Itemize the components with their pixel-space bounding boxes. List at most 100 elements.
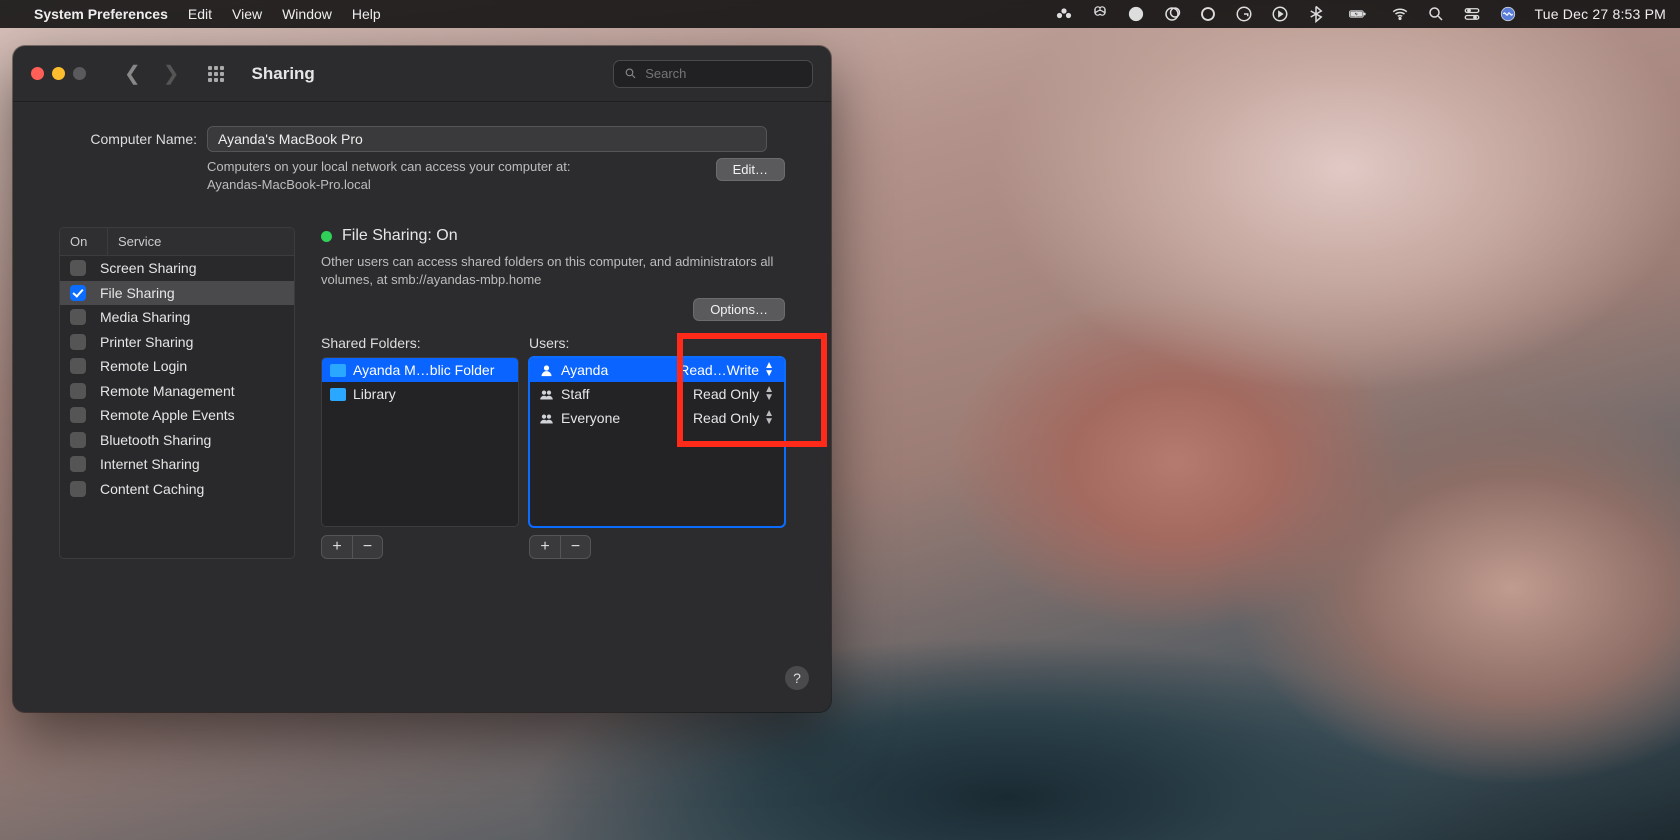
forward-button[interactable]: ❯ bbox=[163, 61, 180, 86]
service-checkbox[interactable] bbox=[70, 407, 86, 423]
service-checkbox[interactable] bbox=[70, 456, 86, 472]
permission-dropdown[interactable]: Read Only▲▼ bbox=[693, 410, 776, 426]
options-button[interactable]: Options… bbox=[693, 298, 785, 321]
service-row-remote-login[interactable]: Remote Login bbox=[60, 354, 294, 379]
window-title: Sharing bbox=[252, 64, 315, 84]
folder-icon bbox=[330, 388, 346, 401]
service-checkbox[interactable] bbox=[70, 309, 86, 325]
status-icon-1[interactable] bbox=[1055, 5, 1073, 23]
permission-dropdown[interactable]: Read…Write ▲▼ bbox=[679, 362, 776, 378]
service-name: Bluetooth Sharing bbox=[100, 432, 211, 448]
close-button[interactable] bbox=[31, 67, 44, 80]
search-field[interactable] bbox=[613, 60, 813, 88]
folder-name: Ayanda M…blic Folder bbox=[353, 362, 494, 378]
service-name: Remote Login bbox=[100, 358, 187, 374]
permission-value: Read Only bbox=[693, 386, 759, 402]
search-input[interactable] bbox=[645, 66, 802, 81]
user-icon bbox=[538, 362, 554, 378]
siri-icon[interactable] bbox=[1499, 5, 1517, 23]
shared-folders-list[interactable]: Ayanda M…blic Folder Library bbox=[321, 357, 519, 527]
folder-row[interactable]: Ayanda M…blic Folder bbox=[322, 358, 518, 382]
folder-row[interactable]: Library bbox=[322, 382, 518, 406]
window-titlebar: ❮ ❯ Sharing bbox=[13, 46, 831, 102]
service-row-internet-sharing[interactable]: Internet Sharing bbox=[60, 452, 294, 477]
user-row[interactable]: Staff Read Only ▲▼ bbox=[530, 382, 784, 406]
menubar-item-view[interactable]: View bbox=[232, 6, 262, 22]
permission-dropdown[interactable]: Read Only ▲▼ bbox=[693, 386, 776, 402]
menubar-item-window[interactable]: Window bbox=[282, 6, 332, 22]
status-icon-g[interactable] bbox=[1235, 5, 1253, 23]
folder-name: Library bbox=[353, 386, 396, 402]
service-row-remote-apple-events[interactable]: Remote Apple Events bbox=[60, 403, 294, 428]
status-title: File Sharing: On bbox=[342, 227, 458, 245]
service-name: Internet Sharing bbox=[100, 456, 200, 472]
menubar: System Preferences Edit View Window Help… bbox=[0, 0, 1680, 28]
menubar-item-help[interactable]: Help bbox=[352, 6, 381, 22]
user-name: Staff bbox=[561, 386, 590, 402]
permission-value: Read Only bbox=[693, 410, 759, 426]
users-list[interactable]: AyandaRead…Write▲▼StaffRead Only▲▼Everyo… bbox=[529, 357, 785, 527]
computer-name-input[interactable] bbox=[207, 126, 767, 152]
battery-icon[interactable] bbox=[1343, 5, 1373, 23]
service-checkbox[interactable] bbox=[70, 285, 86, 301]
preferences-window: ❮ ❯ Sharing Computer Name: Computers on … bbox=[13, 46, 831, 712]
group-icon bbox=[538, 386, 554, 402]
edit-button[interactable]: Edit… bbox=[716, 158, 785, 181]
traffic-lights bbox=[31, 67, 86, 80]
status-lamp-icon bbox=[321, 231, 332, 242]
remove-folder-button[interactable]: − bbox=[352, 536, 382, 558]
status-icon-cc[interactable] bbox=[1163, 5, 1181, 23]
service-checkbox[interactable] bbox=[70, 334, 86, 350]
service-checkbox[interactable] bbox=[70, 358, 86, 374]
service-name: Media Sharing bbox=[100, 309, 190, 325]
chevron-updown-icon: ▲▼ bbox=[764, 386, 774, 402]
status-description: Other users can access shared folders on… bbox=[321, 253, 785, 288]
status-icon-circle-2[interactable] bbox=[1199, 5, 1217, 23]
menubar-app-name[interactable]: System Preferences bbox=[34, 6, 168, 22]
folder-icon bbox=[330, 364, 346, 377]
service-name: Remote Apple Events bbox=[100, 407, 235, 423]
service-checkbox[interactable] bbox=[70, 383, 86, 399]
service-name: Screen Sharing bbox=[100, 260, 197, 276]
zoom-button[interactable] bbox=[73, 67, 86, 80]
search-icon bbox=[624, 66, 637, 81]
chevron-updown-icon: ▲▼ bbox=[764, 362, 774, 378]
service-checkbox[interactable] bbox=[70, 260, 86, 276]
service-row-file-sharing[interactable]: File Sharing bbox=[60, 281, 294, 306]
back-button[interactable]: ❮ bbox=[124, 61, 141, 86]
service-row-media-sharing[interactable]: Media Sharing bbox=[60, 305, 294, 330]
service-row-bluetooth-sharing[interactable]: Bluetooth Sharing bbox=[60, 428, 294, 453]
user-row[interactable]: Everyone Read Only▲▼ bbox=[530, 406, 784, 430]
service-row-content-caching[interactable]: Content Caching bbox=[60, 477, 294, 502]
status-icon-play[interactable] bbox=[1271, 5, 1289, 23]
service-row-printer-sharing[interactable]: Printer Sharing bbox=[60, 330, 294, 355]
user-row[interactable]: Ayanda Read…Write ▲▼ bbox=[530, 358, 784, 382]
control-center-icon[interactable] bbox=[1463, 5, 1481, 23]
service-name: File Sharing bbox=[100, 285, 175, 301]
status-icon-butterfly[interactable] bbox=[1091, 5, 1109, 23]
remove-user-button[interactable]: − bbox=[560, 536, 590, 558]
menubar-clock[interactable]: Tue Dec 27 8:53 PM bbox=[1535, 6, 1666, 22]
service-row-screen-sharing[interactable]: Screen Sharing bbox=[60, 256, 294, 281]
user-name: Everyone bbox=[561, 410, 620, 426]
show-all-icon[interactable] bbox=[208, 66, 224, 82]
add-folder-button[interactable]: + bbox=[322, 536, 352, 558]
bluetooth-icon[interactable] bbox=[1307, 5, 1325, 23]
minimize-button[interactable] bbox=[52, 67, 65, 80]
services-table: On Service Screen SharingFile SharingMed… bbox=[59, 227, 295, 559]
service-row-remote-management[interactable]: Remote Management bbox=[60, 379, 294, 404]
help-button[interactable]: ? bbox=[785, 666, 809, 690]
permission-value: Read…Write bbox=[679, 362, 759, 378]
user-name: Ayanda bbox=[561, 362, 608, 378]
services-col-on: On bbox=[60, 228, 108, 255]
wifi-icon[interactable] bbox=[1391, 5, 1409, 23]
status-icon-circle-1[interactable] bbox=[1127, 5, 1145, 23]
shared-folders-label: Shared Folders: bbox=[321, 335, 519, 351]
spotlight-icon[interactable] bbox=[1427, 5, 1445, 23]
users-label: Users: bbox=[529, 335, 785, 351]
service-checkbox[interactable] bbox=[70, 481, 86, 497]
group-icon bbox=[538, 410, 554, 426]
service-checkbox[interactable] bbox=[70, 432, 86, 448]
add-user-button[interactable]: + bbox=[530, 536, 560, 558]
menubar-item-edit[interactable]: Edit bbox=[188, 6, 212, 22]
